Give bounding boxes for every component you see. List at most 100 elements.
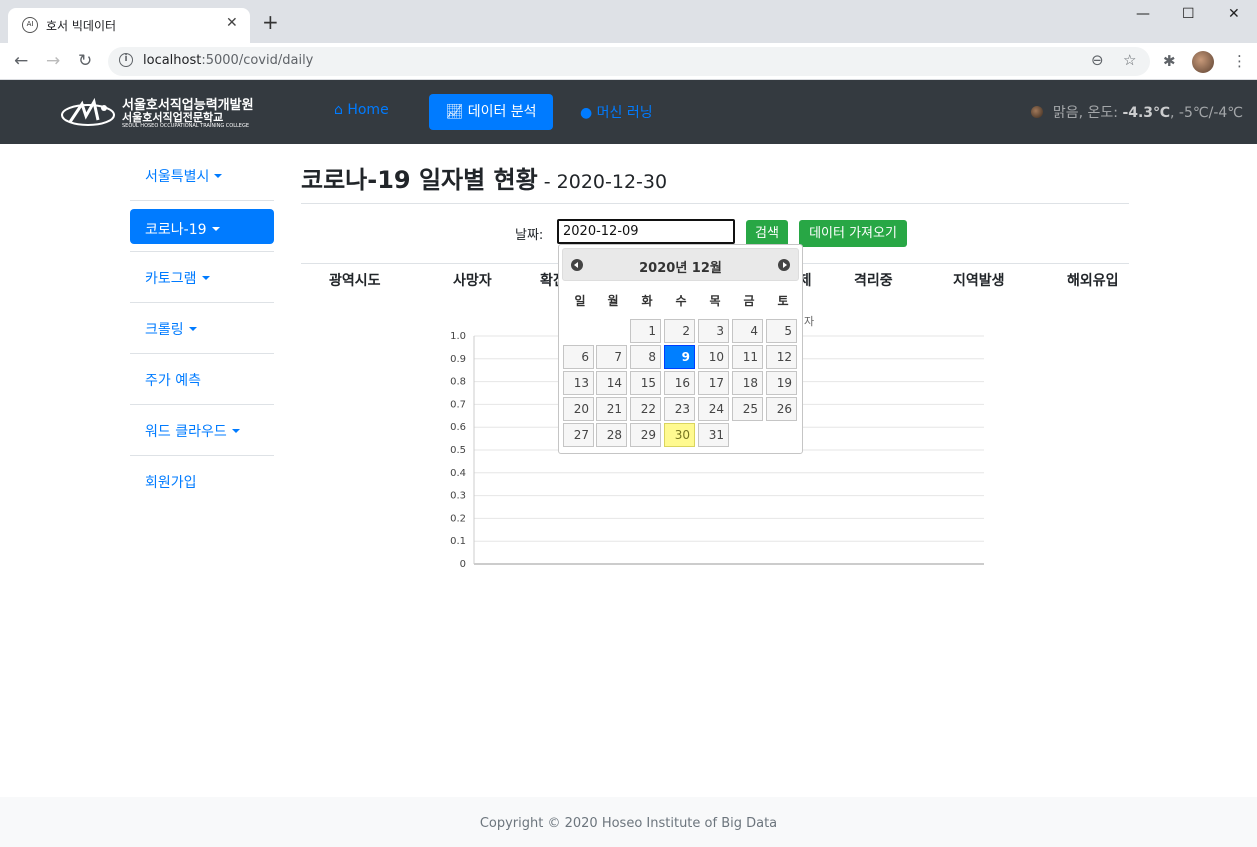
datepicker-header: 2020년 12월	[562, 248, 799, 281]
site-info-icon[interactable]: i	[119, 53, 133, 67]
sidebar-item-5[interactable]: 워드 클라우드	[130, 405, 274, 456]
weekday-header: 일	[574, 294, 586, 308]
nav-machine-learning[interactable]: ● 머신 러닝	[580, 102, 653, 122]
calendar-day[interactable]: 6	[563, 345, 594, 369]
browser-tab-bar: AI 호서 빅데이터 ✕ + — ☐ ✕	[0, 0, 1257, 43]
calendar-day[interactable]: 28	[596, 423, 627, 447]
table-header-cell: 지역발생	[953, 273, 1005, 289]
calendar-day[interactable]: 18	[732, 371, 763, 395]
caret-down-icon	[211, 227, 220, 231]
calendar-day[interactable]: 24	[698, 397, 729, 421]
back-icon[interactable]: ←	[14, 51, 28, 71]
nav-data-analysis[interactable]: 📈︎ 데이터 분석	[429, 94, 553, 130]
calendar-day[interactable]: 19	[766, 371, 797, 395]
calendar-day[interactable]: 11	[732, 345, 763, 369]
calendar-day[interactable]: 22	[630, 397, 661, 421]
brain-icon: ●	[580, 105, 593, 121]
calendar-day[interactable]: 16	[664, 371, 695, 395]
forward-icon[interactable]: →	[46, 51, 60, 71]
calendar-day[interactable]: 3	[698, 319, 729, 343]
logo-mark-icon	[61, 97, 115, 126]
y-tick-label: 0.6	[450, 422, 466, 433]
sidebar-item-3[interactable]: 크롤링	[130, 303, 274, 354]
calendar-day[interactable]: 30	[664, 423, 695, 447]
calendar-day[interactable]: 15	[630, 371, 661, 395]
browser-tab[interactable]: AI 호서 빅데이터 ✕	[8, 8, 250, 43]
tab-close-icon[interactable]: ✕	[226, 15, 238, 31]
page-subtitle: - 2020-12-30	[537, 171, 668, 193]
extensions-icon[interactable]: ✱	[1163, 52, 1176, 70]
calendar-day[interactable]: 25	[732, 397, 763, 421]
calendar-day[interactable]: 12	[766, 345, 797, 369]
y-tick-label: 0.8	[450, 377, 466, 388]
calendar-day[interactable]: 21	[596, 397, 627, 421]
y-tick-label: 0.4	[450, 468, 466, 479]
profile-avatar[interactable]	[1192, 51, 1214, 73]
bookmark-star-icon[interactable]: ☆	[1123, 51, 1136, 69]
sidebar-item-label: 코로나-19	[145, 219, 220, 239]
new-tab-icon[interactable]: +	[262, 12, 279, 32]
calendar-day[interactable]: 23	[664, 397, 695, 421]
window-close-icon[interactable]: ✕	[1228, 6, 1240, 22]
address-bar[interactable]: i localhost:5000/covid/daily ⊖ ☆	[108, 47, 1150, 76]
url-text: localhost:5000/covid/daily	[143, 53, 314, 68]
y-tick-label: 0	[460, 559, 466, 570]
reload-icon[interactable]: ↻	[78, 51, 92, 71]
y-tick-label: 1.0	[450, 331, 466, 342]
favicon-icon: AI	[22, 17, 38, 33]
sidebar-item-label: 서울특별시	[145, 166, 223, 186]
calendar-day[interactable]: 20	[563, 397, 594, 421]
fetch-data-button[interactable]: 데이터 가져오기	[799, 220, 907, 247]
weekday-header: 토	[777, 294, 789, 308]
y-tick-label: 0.2	[450, 513, 466, 524]
datepicker-popup: 2020년 12월 일 월 화 수 목 금 토 1 2 3 4 5 6 7 8 9 10 11 12 13 14 15 16…	[558, 244, 803, 454]
calendar-day[interactable]: 26	[766, 397, 797, 421]
calendar-day[interactable]: 1	[630, 319, 661, 343]
legend-label: 자	[804, 315, 814, 328]
calendar-day[interactable]: 7	[596, 345, 627, 369]
sidebar-item-2[interactable]: 카토그램	[130, 252, 274, 303]
zoom-icon[interactable]: ⊖	[1091, 51, 1104, 69]
calendar-day[interactable]: 29	[630, 423, 661, 447]
sidebar-item-label: 워드 클라우드	[145, 421, 240, 441]
calendar-day[interactable]: 14	[596, 371, 627, 395]
minimize-icon[interactable]: —	[1136, 6, 1150, 22]
calendar-day[interactable]: 27	[563, 423, 594, 447]
sidebar-item-0[interactable]: 서울특별시	[130, 150, 274, 201]
page-title: 코로나-19 일자별 현황 - 2020-12-30	[301, 166, 668, 194]
sidebar-item-label: 크롤링	[145, 319, 197, 339]
y-tick-label: 0.9	[450, 354, 466, 365]
tab-title: 호서 빅데이터	[46, 19, 117, 33]
sidebar-item-6[interactable]: 회원가입	[130, 456, 274, 507]
calendar-day[interactable]: 13	[563, 371, 594, 395]
footer: Copyright © 2020 Hoseo Institute of Big …	[0, 797, 1257, 847]
calendar-day[interactable]: 2	[664, 319, 695, 343]
y-tick-label: 0.5	[450, 445, 466, 456]
calendar-day[interactable]: 9	[664, 345, 695, 369]
next-month-icon[interactable]	[778, 259, 790, 271]
calendar-day[interactable]: 31	[698, 423, 729, 447]
sidebar-item-1[interactable]: 코로나-19	[130, 201, 274, 252]
calendar-day[interactable]: 4	[732, 319, 763, 343]
maximize-icon[interactable]: ☐	[1182, 6, 1195, 22]
date-input[interactable]	[557, 219, 735, 244]
nav-home[interactable]: ⌂ Home	[334, 102, 389, 118]
calendar-day[interactable]: 8	[630, 345, 661, 369]
search-button[interactable]: 검색	[746, 220, 788, 247]
table-header-cell: 해외유입	[1067, 273, 1119, 289]
calendar-day[interactable]: 17	[698, 371, 729, 395]
sidebar-item-4[interactable]: 주가 예측	[130, 354, 274, 405]
logo-text-line3: SEOUL HOSEO OCCUPATIONAL TRAINING COLLEG…	[122, 123, 249, 129]
table-header-cell: 격리중	[854, 273, 893, 289]
weather-icon	[1030, 106, 1043, 118]
calendar-day[interactable]: 5	[766, 319, 797, 343]
sidebar-item-label: 카토그램	[145, 268, 210, 288]
sidebar-nav: 서울특별시코로나-19 카토그램크롤링주가 예측워드 클라우드회원가입	[130, 150, 274, 507]
menu-kebab-icon[interactable]: ⋮	[1232, 52, 1247, 70]
calendar-day[interactable]: 10	[698, 345, 729, 369]
sidebar-item-label: 주가 예측	[145, 373, 201, 389]
caret-down-icon	[188, 327, 197, 331]
table-header-cell: 사망자	[453, 273, 492, 289]
school-logo[interactable]: 서울호서직업능력개발원 서울호서직업전문학교 SEOUL HOSEO OCCUP…	[60, 92, 254, 132]
table-header-cell: 광역시도	[329, 273, 381, 289]
